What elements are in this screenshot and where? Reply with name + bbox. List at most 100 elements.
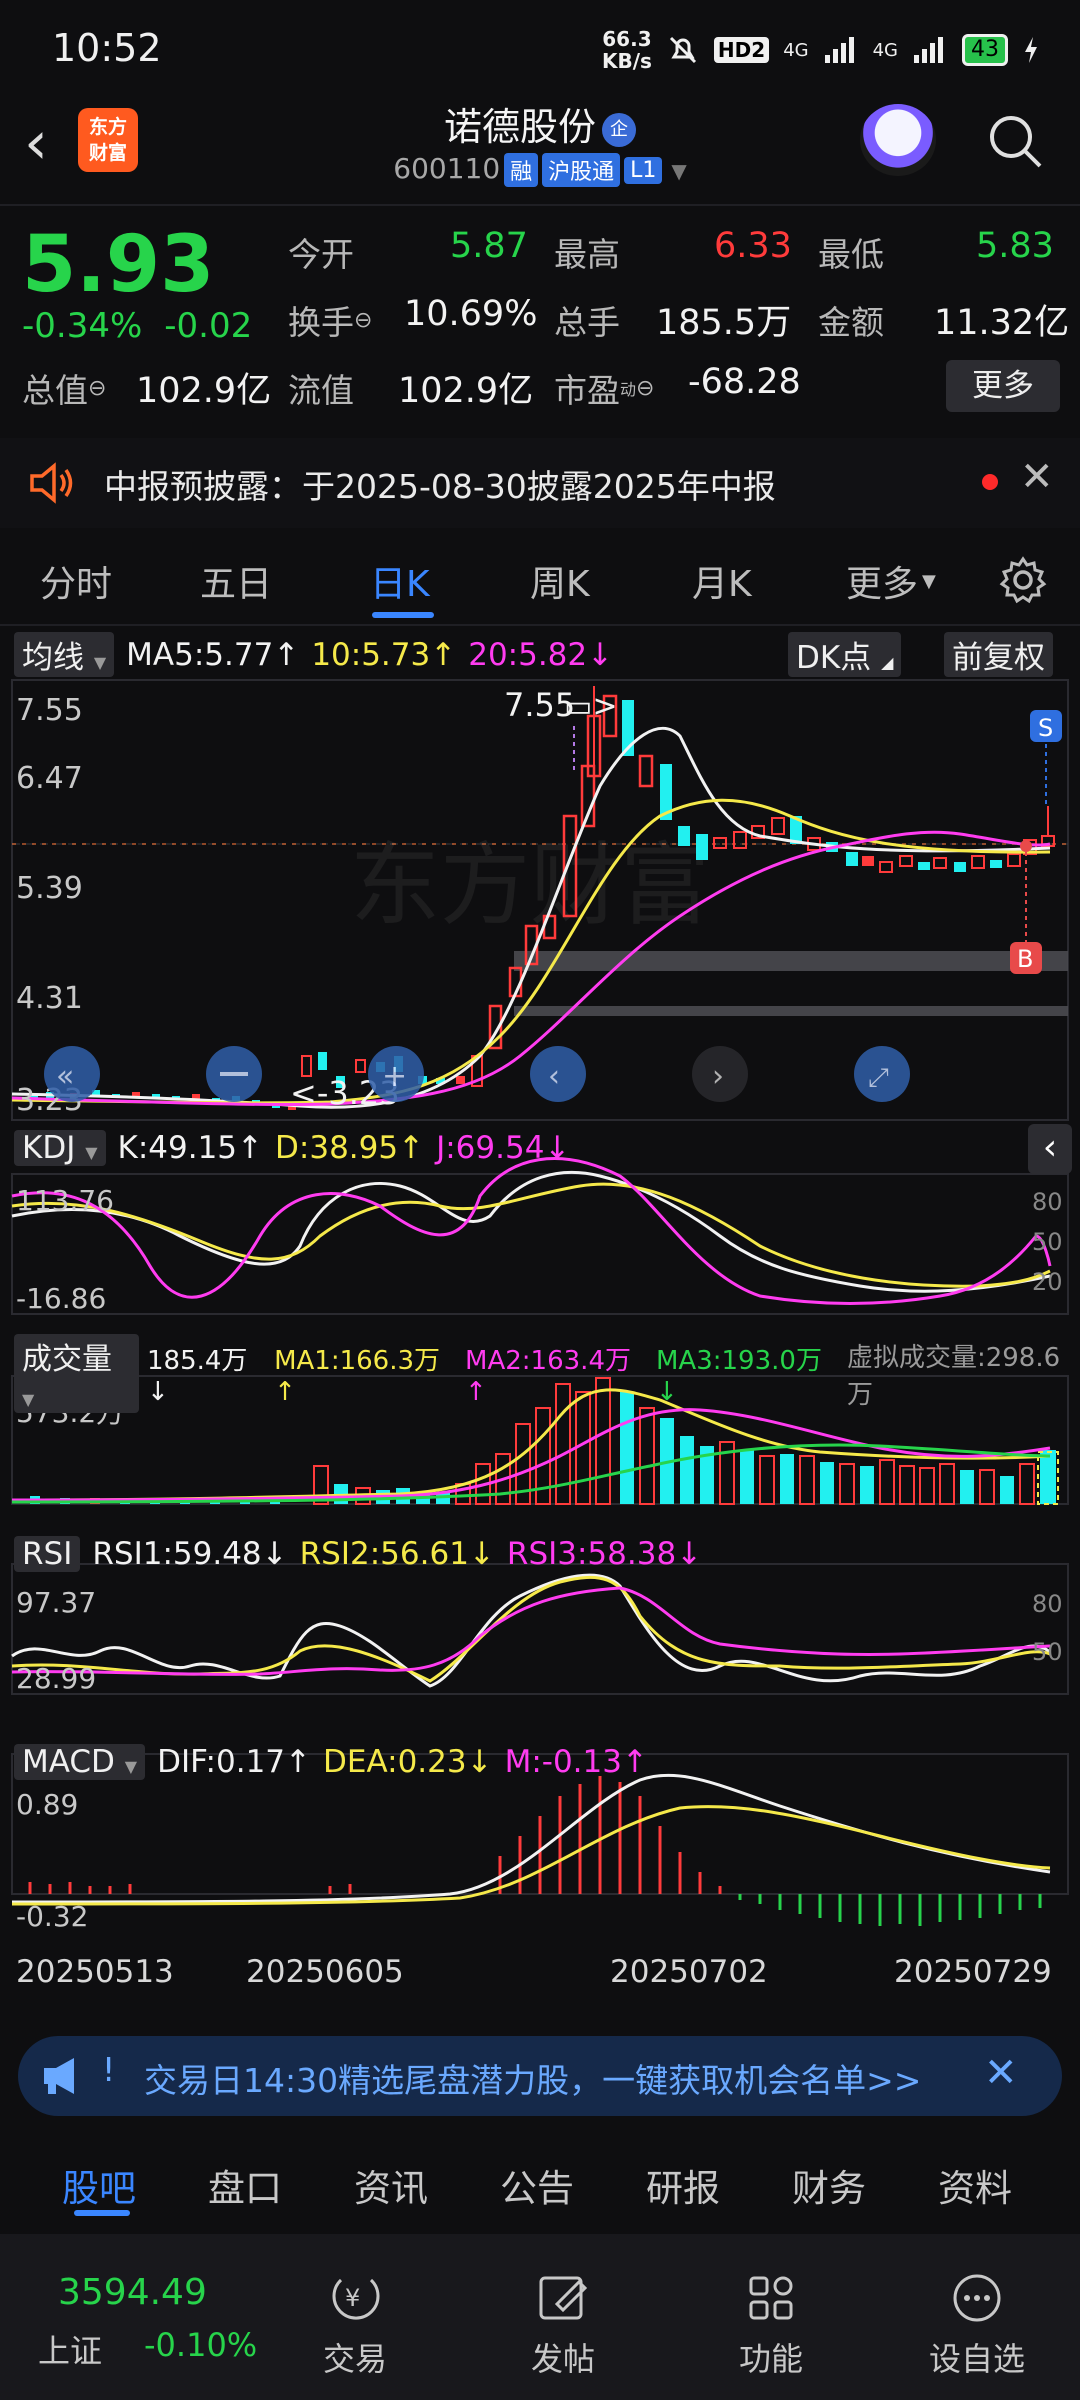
macd-dif: DIF:0.17↑ <box>157 1744 311 1780</box>
kdj-j: J:69.54↓ <box>436 1130 571 1166</box>
close-icon[interactable]: ✕ <box>984 2050 1018 2096</box>
tab-intraday[interactable]: 分时 <box>40 555 112 607</box>
buy-marker-text: B <box>1017 945 1033 973</box>
low-label: 最低 <box>818 235 884 274</box>
price-tick: 7.55 <box>16 693 83 728</box>
index-change[interactable]: -0.10% <box>144 2326 257 2364</box>
price-tick: 5.39 <box>16 871 83 906</box>
kdj-dropdown-label: KDJ <box>22 1130 76 1166</box>
signal-icon-2 <box>914 37 943 63</box>
gear-icon[interactable] <box>998 555 1048 605</box>
volume-value: 185.5万 <box>656 303 792 343</box>
rsi-level-50: 50 <box>1032 1638 1063 1666</box>
date-tick: 20250729 <box>894 1954 1052 1990</box>
kdj-d-line <box>11 1182 1051 1288</box>
rsi-legend: RSI RSI1:59.48↓ RSI2:56.61↓ RSI3:58.38↓ <box>14 1536 702 1572</box>
speaker-icon <box>30 462 73 504</box>
nav-post-label: 发帖 <box>530 2340 595 2378</box>
chevron-left-icon: ‹ <box>548 1059 560 1094</box>
info-icon: ⊖ <box>354 307 373 333</box>
tab-five-day[interactable]: 五日 <box>200 555 272 607</box>
change-percent: -0.34% <box>22 306 143 346</box>
rsi-dropdown[interactable]: RSI <box>14 1536 81 1572</box>
kdj-d: D:38.95↑ <box>275 1130 425 1166</box>
notice-bar[interactable]: 中报预披露：于2025-08-30披露2025年中报 ✕ <box>0 438 1080 528</box>
mktcap-label-text: 总值 <box>22 371 88 410</box>
tab-finance[interactable]: 财务 <box>792 2158 866 2212</box>
float-label: 流值 <box>288 371 354 410</box>
nav-watchlist[interactable]: 设自选 <box>912 2272 1042 2380</box>
tab-daily-k[interactable]: 日K <box>370 555 430 607</box>
rsi2: RSI2:56.61↓ <box>299 1536 495 1572</box>
price-tick: 6.47 <box>16 761 83 796</box>
promo-banner[interactable]: ! 交易日14:30精选尾盘潜力股，一键获取机会名单>> ✕ <box>18 2036 1062 2116</box>
collapse-panel-button[interactable]: ‹ <box>1028 1124 1072 1174</box>
price-change: -0.34% -0.02 <box>22 306 252 346</box>
tab-research[interactable]: 研报 <box>646 2158 720 2212</box>
kdj-k: K:49.15↑ <box>117 1130 264 1166</box>
enterprise-badge: 企 <box>602 112 636 147</box>
change-amount: -0.02 <box>164 306 253 346</box>
ma-dropdown[interactable]: 均线 ▼ <box>14 632 115 677</box>
sell-marker-text: S <box>1038 714 1053 742</box>
kdj-top: 113.76 <box>16 1184 114 1217</box>
bottom-nav: 3594.49 上证 -0.10% ¥ 交易 发帖 功能 设自选 <box>0 2234 1080 2400</box>
period-tabs: 分时 五日 日K 周K 月K 更多 ▼ <box>0 535 1080 625</box>
volume-dropdown-label: 成交量 <box>22 1342 112 1377</box>
mute-bell-icon <box>669 36 696 64</box>
more-button[interactable]: 更多 <box>946 360 1060 412</box>
search-icon[interactable] <box>986 112 1044 170</box>
tab-profile[interactable]: 资料 <box>938 2158 1012 2212</box>
tab-announcements[interactable]: 公告 <box>500 2158 574 2212</box>
pe-sup: 动 <box>620 380 637 399</box>
volume-label: 总手 <box>554 303 620 342</box>
tab-news[interactable]: 资讯 <box>354 2158 428 2212</box>
tab-weekly-k[interactable]: 周K <box>530 555 590 607</box>
status-icons: 66.3 KB/s HD2 4G 4G 43 <box>602 28 1040 72</box>
kdj-level-50: 50 <box>1032 1228 1063 1256</box>
kdj-level-20: 20 <box>1032 1268 1063 1296</box>
mktcap-value: 102.9亿 <box>136 371 272 411</box>
tag-level: L1 <box>624 156 663 184</box>
high-value: 6.33 <box>714 226 792 266</box>
ma5-value: MA5:5.77↑ <box>126 636 300 673</box>
rsi-bottom: 28.99 <box>16 1662 96 1695</box>
nav-trade[interactable]: ¥ 交易 <box>290 2272 420 2380</box>
svg-text:¥: ¥ <box>345 2284 360 2312</box>
turnover-label[interactable]: 换手 ⊖ <box>288 296 372 344</box>
rsi3-line <box>11 1586 1051 1676</box>
tab-pankou[interactable]: 盘口 <box>208 2158 282 2212</box>
dk-dropdown[interactable]: DK点 ◢ <box>788 632 902 677</box>
tab-more[interactable]: 更多 ▼ <box>846 555 936 607</box>
info-icon: ⊖ <box>636 375 655 401</box>
assistant-robot-icon[interactable] <box>860 104 936 176</box>
kdj-dropdown[interactable]: KDJ ▼ <box>14 1130 106 1166</box>
vol-ma3: MA3:193.0万↓ <box>655 1346 822 1407</box>
mktcap-label[interactable]: 总值 ⊖ <box>22 364 106 412</box>
ma20-value: 20:5.82↓ <box>468 636 614 673</box>
caret-down-icon: ▼ <box>922 570 936 592</box>
fuquan-button[interactable]: 前复权 <box>944 632 1053 677</box>
nav-functions[interactable]: 功能 <box>706 2272 836 2380</box>
tab-monthly-k[interactable]: 月K <box>692 555 752 607</box>
ma10-value: 10:5.73↑ <box>311 636 457 673</box>
exclamation-icon: ! <box>102 2050 116 2089</box>
tab-guba[interactable]: 股吧 <box>62 2158 136 2212</box>
nav-post[interactable]: 发帖 <box>498 2272 628 2380</box>
index-value[interactable]: 3594.49 <box>58 2272 207 2313</box>
float-value: 102.9亿 <box>398 371 534 411</box>
expand-icon: ⤢ <box>868 1063 889 1093</box>
rsi-top: 97.37 <box>16 1586 96 1619</box>
grid-icon <box>749 2276 793 2320</box>
macd-dropdown[interactable]: MACD ▼ <box>14 1744 146 1780</box>
amount-value: 11.32亿 <box>934 303 1070 343</box>
low-value: 5.83 <box>976 226 1054 266</box>
index-name[interactable]: 上证 <box>38 2326 102 2372</box>
close-icon[interactable]: ✕ <box>1020 454 1054 500</box>
rsi1-line <box>11 1573 1051 1688</box>
pe-label[interactable]: 市盈动 ⊖ <box>554 364 654 412</box>
unread-dot <box>982 474 998 490</box>
edit-icon <box>539 2276 588 2320</box>
battery-icon: 43 <box>962 34 1008 66</box>
volume-dropdown[interactable]: 成交量 ▼ <box>14 1334 139 1413</box>
